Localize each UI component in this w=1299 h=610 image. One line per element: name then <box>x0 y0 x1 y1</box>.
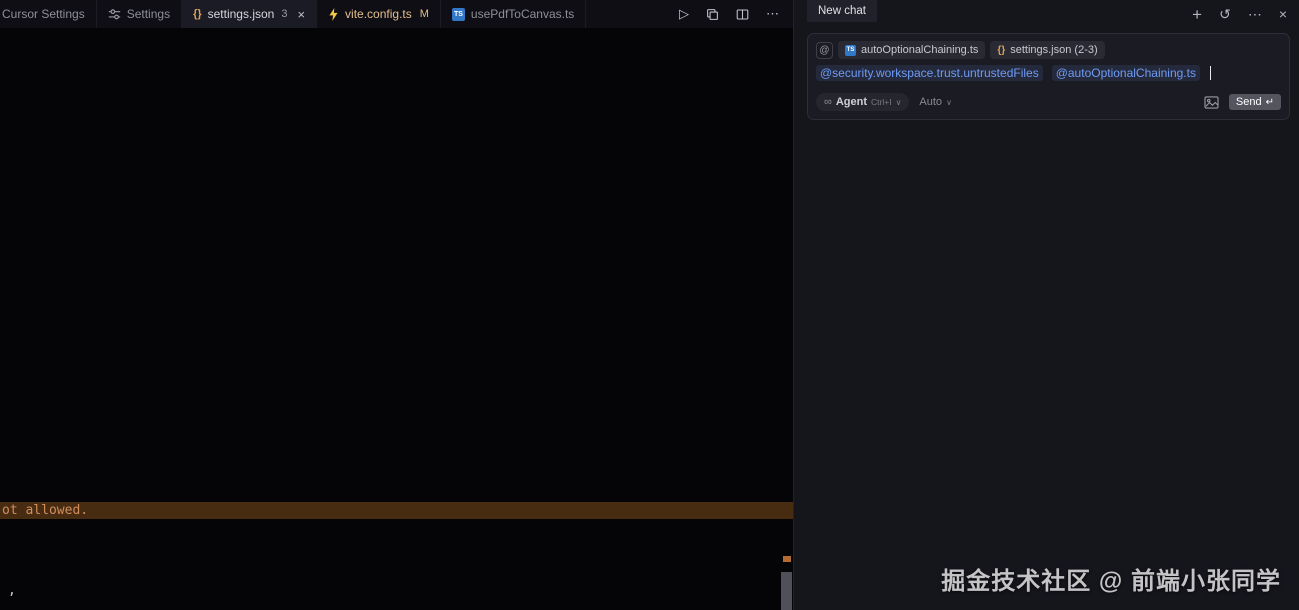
more-actions-icon[interactable]: ⋯ <box>766 6 779 22</box>
copy-icon[interactable] <box>706 8 719 21</box>
model-selector[interactable]: Auto ∨ <box>919 96 952 108</box>
overview-ruler-marker <box>783 556 791 562</box>
tab-settings-json[interactable]: {} settings.json 3 × <box>182 0 318 28</box>
json-braces-icon: {} <box>193 8 202 20</box>
highlighted-line-text: ot allowed. <box>2 503 89 518</box>
context-pill-file[interactable]: TS autoOptionalChaining.ts <box>838 41 986 59</box>
git-modified-badge: M <box>419 8 429 20</box>
tune-icon <box>108 8 121 21</box>
tab-label: Settings <box>126 7 171 21</box>
typescript-icon: TS <box>845 44 856 56</box>
tab-usepdftocanvas[interactable]: TS usePdfToCanvas.ts <box>441 0 587 28</box>
keyboard-shortcut: Ctrl+I <box>871 97 892 107</box>
json-braces-icon: {} <box>997 44 1006 56</box>
mention-chip[interactable]: @security.workspace.trust.untrustedFiles <box>816 65 1043 81</box>
watermark: 掘金技术社区 @ 前端小张同学 <box>941 568 1281 595</box>
mention-chip[interactable]: @autoOptionalChaining.ts <box>1051 65 1200 81</box>
editor-line-text: , <box>8 583 16 598</box>
add-context-button[interactable]: @ <box>816 41 833 59</box>
chevron-down-icon: ∨ <box>946 97 952 107</box>
app-window: Cursor Settings Settings {} settings.jso… <box>0 0 1299 610</box>
chevron-down-icon: ∨ <box>895 97 902 107</box>
split-editor-icon[interactable] <box>736 8 749 21</box>
agent-mode-selector[interactable]: ∞ Agent Ctrl+I ∨ <box>816 93 910 111</box>
tab-label: Cursor Settings <box>2 7 85 21</box>
typescript-icon: TS <box>451 7 465 21</box>
editor-group: Cursor Settings Settings {} settings.jso… <box>0 0 793 610</box>
chat-composer[interactable]: @ TS autoOptionalChaining.ts {} settings… <box>807 33 1290 120</box>
tab-label: usePdfToCanvas.ts <box>470 7 575 21</box>
highlighted-line: ot allowed. <box>0 502 793 519</box>
chat-tab-label: New chat <box>818 5 866 17</box>
return-icon: ↵ <box>1265 96 1274 108</box>
tab-label: vite.config.ts <box>345 7 412 21</box>
editor-actions: ▷ ⋯ <box>679 0 793 28</box>
tab-settings[interactable]: Settings <box>97 0 183 28</box>
close-panel-icon[interactable]: × <box>1279 7 1287 21</box>
infinity-icon: ∞ <box>824 96 832 108</box>
context-pill-label: settings.json (2-3) <box>1010 44 1098 56</box>
composer-toolbar: ∞ Agent Ctrl+I ∨ Auto ∨ Send ↵ <box>816 93 1281 111</box>
tab-cursor-settings[interactable]: Cursor Settings <box>0 0 97 28</box>
tab-label: settings.json <box>207 7 275 21</box>
close-tab-icon[interactable]: × <box>297 7 305 22</box>
chat-panel-header: New chat + ↺ ⋯ × <box>794 0 1299 28</box>
context-pill-file[interactable]: {} settings.json (2-3) <box>990 41 1105 59</box>
text-cursor <box>1209 66 1211 80</box>
panel-header-icons: + ↺ ⋯ × <box>1192 0 1287 28</box>
context-row: @ TS autoOptionalChaining.ts {} settings… <box>816 41 1105 59</box>
vertical-scrollbar[interactable] <box>781 572 792 610</box>
tab-vite-config[interactable]: vite.config.ts M <box>317 0 441 28</box>
more-icon[interactable]: ⋯ <box>1248 7 1262 21</box>
image-attach-icon[interactable] <box>1204 95 1219 109</box>
context-pill-label: autoOptionalChaining.ts <box>861 44 979 56</box>
editor-tab-bar: Cursor Settings Settings {} settings.jso… <box>0 0 793 28</box>
vite-bolt-icon <box>328 7 339 21</box>
send-button[interactable]: Send ↵ <box>1228 94 1281 110</box>
tab-badge: 3 <box>281 8 288 20</box>
new-chat-icon[interactable]: + <box>1192 6 1202 23</box>
editor-pane[interactable]: ot allowed. , <box>0 28 793 610</box>
run-icon[interactable]: ▷ <box>679 6 689 22</box>
tab-new-chat[interactable]: New chat <box>807 0 877 22</box>
message-input[interactable]: @security.workspace.trust.untrustedFiles… <box>816 65 1211 81</box>
chat-panel: New chat + ↺ ⋯ × @ TS autoOptionalChaini… <box>793 0 1299 610</box>
history-icon[interactable]: ↺ <box>1219 7 1231 21</box>
